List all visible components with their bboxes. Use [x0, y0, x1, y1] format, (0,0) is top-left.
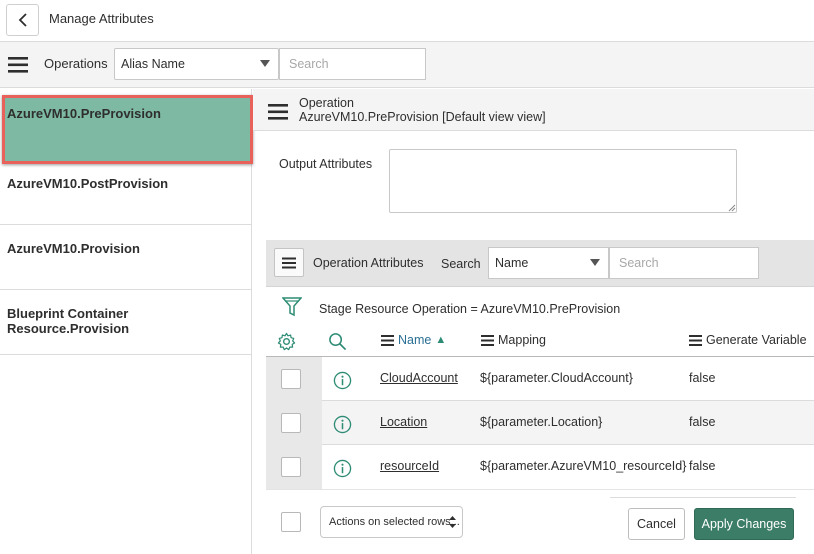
select-arrows-icon	[449, 516, 456, 528]
select-value: Actions on selected rows...	[329, 516, 460, 528]
column-header-mapping[interactable]: Mapping	[481, 333, 546, 347]
operation-item-label: AzureVM10.Provision	[7, 241, 140, 256]
column-menu-icon	[689, 334, 702, 346]
attribute-generate-variable: false	[689, 415, 716, 429]
cancel-button[interactable]: Cancel	[628, 508, 685, 540]
row-checkbox[interactable]	[281, 457, 301, 477]
column-label: Mapping	[498, 333, 546, 347]
output-attributes-textarea[interactable]	[389, 149, 737, 213]
caret-down-icon	[590, 259, 600, 266]
select-all-checkbox[interactable]	[281, 512, 301, 532]
hamburger-menu-icon[interactable]	[8, 56, 28, 74]
resize-grip-icon[interactable]	[728, 204, 736, 212]
attributes-menu-button[interactable]	[274, 248, 304, 277]
filter-condition: Stage Resource Operation = AzureVM10.Pre…	[319, 302, 621, 316]
operations-label: Operations	[44, 56, 108, 71]
row-checkbox[interactable]	[281, 413, 301, 433]
table-row: resourceId ${parameter.AzureVM10_resourc…	[266, 445, 814, 489]
operations-search-input[interactable]	[279, 48, 426, 80]
attribute-name-link[interactable]: resourceId	[380, 459, 439, 473]
select-value: Alias Name	[121, 57, 185, 71]
attribute-generate-variable: false	[689, 459, 716, 473]
select-value: Name	[495, 256, 529, 270]
column-menu-icon	[381, 334, 394, 346]
info-icon[interactable]	[333, 459, 352, 478]
filter-icon[interactable]	[282, 296, 302, 318]
actions-on-selected-rows-select[interactable]: Actions on selected rows...	[320, 506, 463, 538]
operation-title: Operation	[299, 96, 354, 110]
chevron-left-icon	[18, 13, 27, 27]
attribute-name-link[interactable]: Location	[380, 415, 427, 429]
attributes-search-input[interactable]	[609, 247, 759, 279]
attribute-generate-variable: false	[689, 371, 716, 385]
table-bottom-divider	[266, 489, 814, 490]
operation-item[interactable]: AzureVM10.PostProvision	[0, 160, 252, 225]
gear-icon[interactable]	[277, 332, 296, 351]
column-header-name[interactable]: Name ▲	[381, 333, 446, 347]
column-label: Name	[398, 333, 432, 347]
operation-item-selected[interactable]: AzureVM10.PreProvision	[2, 95, 253, 164]
operations-field-select[interactable]: Alias Name	[114, 48, 279, 80]
operation-item-label: AzureVM10.PostProvision	[7, 176, 169, 191]
table-row: CloudAccount ${parameter.CloudAccount} f…	[266, 357, 814, 401]
attributes-search-label: Search	[441, 257, 481, 271]
column-label: Generate Variable	[706, 333, 807, 347]
attribute-mapping: ${parameter.Location}	[480, 415, 603, 429]
column-menu-icon	[481, 334, 494, 346]
output-attributes-label: Output Attributes	[279, 157, 373, 171]
search-icon[interactable]	[328, 332, 347, 351]
caret-down-icon	[260, 60, 270, 67]
operation-item-label: Blueprint Container Resource.Provision	[7, 306, 130, 336]
page-title: Manage Attributes	[49, 11, 154, 26]
operation-item-label: AzureVM10.PreProvision	[7, 106, 161, 121]
attributes-field-select[interactable]: Name	[488, 247, 609, 279]
footer-divider	[610, 497, 796, 498]
operation-item[interactable]: AzureVM10.Provision	[0, 225, 252, 290]
info-icon[interactable]	[333, 415, 352, 434]
info-icon[interactable]	[333, 371, 352, 390]
row-checkbox[interactable]	[281, 369, 301, 389]
attribute-mapping: ${parameter.CloudAccount}	[480, 371, 633, 385]
back-button[interactable]	[6, 4, 39, 36]
operation-item[interactable]: Blueprint Container Resource.Provision	[0, 290, 252, 355]
attribute-name-link[interactable]: CloudAccount	[380, 371, 458, 385]
attributes-title: Operation Attributes	[313, 256, 424, 270]
sort-ascending-icon: ▲	[435, 334, 447, 346]
table-row: Location ${parameter.Location} false	[266, 401, 814, 445]
attribute-mapping: ${parameter.AzureVM10_resourceId}	[480, 459, 687, 473]
column-header-generate-variable[interactable]: Generate Variable	[689, 333, 807, 347]
operation-subtitle: AzureVM10.PreProvision [Default view vie…	[299, 110, 546, 124]
hamburger-menu-icon[interactable]	[268, 103, 288, 121]
hamburger-menu-icon	[282, 257, 296, 268]
apply-changes-button[interactable]: Apply Changes	[694, 508, 794, 540]
